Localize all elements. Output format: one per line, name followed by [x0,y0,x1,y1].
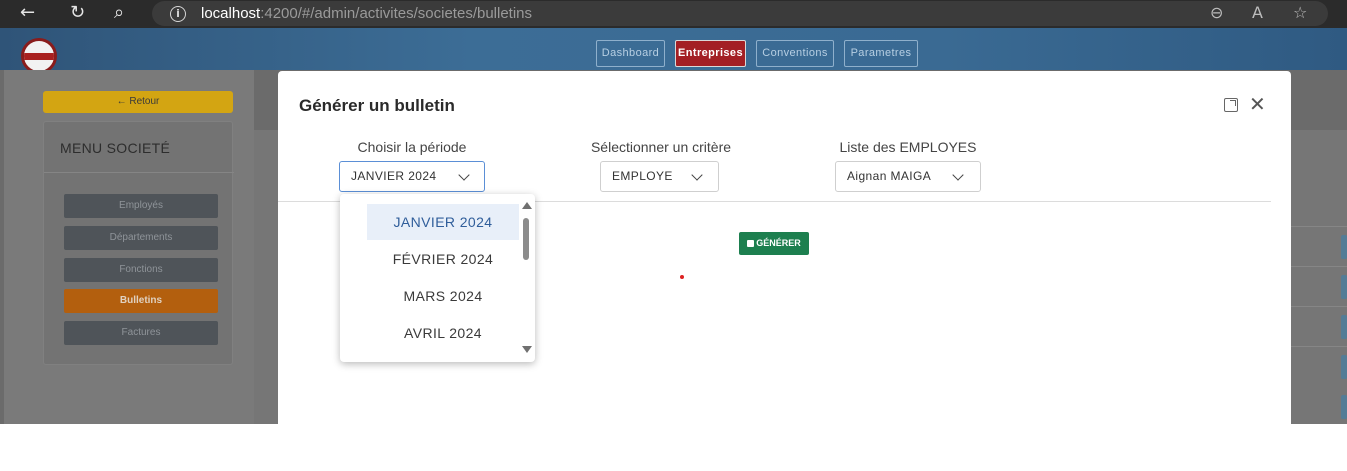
site-info-icon[interactable]: i [170,6,186,22]
tab-conventions[interactable]: Conventions [756,40,834,67]
chevron-down-icon [691,169,703,181]
menu-item-fonctions[interactable]: Fonctions [64,258,218,282]
zoom-out-icon[interactable]: ⊖ [1210,3,1223,23]
red-dot-marker [680,275,684,279]
company-logo[interactable] [21,38,57,74]
company-menu: MENU SOCIETÉ Employés Départements Fonct… [43,121,234,365]
period-option[interactable]: FÉVRIER 2024 [367,241,519,277]
tab-dashboard[interactable]: Dashboard [596,40,665,67]
url-text[interactable]: localhost:4200/#/admin/activites/societe… [201,5,532,23]
favorite-star-icon[interactable]: ☆ [1293,3,1307,23]
period-label: Choisir la période [357,139,467,155]
menu-item-employes[interactable]: Employés [64,194,218,218]
save-icon [747,240,755,247]
generate-bulletin-modal: Générer un bulletin ✕ Choisir la période… [278,71,1291,424]
menu-item-bulletins[interactable]: Bulletins [64,289,218,313]
period-select[interactable]: JANVIER 2024 [339,161,485,192]
row-action-tab[interactable] [1341,315,1347,339]
menu-item-departements[interactable]: Départements [64,226,218,250]
browser-toolbar: ← ↻ ⌕ i localhost:4200/#/admin/activites… [0,0,1347,28]
chevron-down-icon [952,169,964,181]
url-path: :4200/#/admin/activites/societes/bulleti… [260,5,533,22]
period-dropdown-list: JANVIER 2024 FÉVRIER 2024 MARS 2024 AVRI… [340,194,535,362]
modal-title: Générer un bulletin [299,96,455,115]
menu-item-factures[interactable]: Factures [64,321,218,345]
row-action-tab[interactable] [1341,395,1347,419]
criteria-select[interactable]: EMPLOYE [600,161,719,192]
employee-select[interactable]: Aignan MAIGA [835,161,981,192]
scroll-up-arrow-icon[interactable] [522,202,532,209]
back-arrow-icon[interactable]: ← [20,2,35,24]
scroll-thumb[interactable] [523,218,529,260]
period-option[interactable]: JANVIER 2024 [367,204,519,240]
url-host: localhost [201,5,261,22]
period-select-value: JANVIER 2024 [351,169,437,183]
scroll-down-arrow-icon[interactable] [522,346,532,353]
viewport: ← ↻ ⌕ i localhost:4200/#/admin/activites… [0,0,1347,424]
criteria-label: Sélectionner un critère [590,139,732,155]
generate-button-label: GÉNÉRER [756,238,801,248]
period-option[interactable]: MARS 2024 [367,278,519,314]
app-header: Dashboard Entreprises Conventions Parame… [0,28,1347,74]
table-row-divider [1290,226,1347,227]
menu-divider [44,172,234,173]
tab-parametres[interactable]: Parametres [844,40,918,67]
employee-select-value: Aignan MAIGA [847,169,932,183]
chevron-down-icon [458,169,470,181]
employees-label: Liste des EMPLOYES [839,139,977,155]
period-option[interactable]: AVRIL 2024 [367,315,519,351]
row-action-tab[interactable] [1341,275,1347,299]
search-icon[interactable]: ⌕ [114,2,124,24]
generate-button[interactable]: GÉNÉRER [739,232,809,255]
row-action-tab[interactable] [1341,235,1347,259]
expand-icon[interactable] [1224,98,1238,112]
menu-title: MENU SOCIETÉ [60,140,171,156]
address-bar[interactable]: i localhost:4200/#/admin/activites/socie… [152,1,1328,26]
table-row-divider [1290,266,1347,267]
dropdown-scrollbar[interactable] [520,198,532,358]
row-action-tab[interactable] [1341,355,1347,379]
table-row-divider [1290,346,1347,347]
close-icon[interactable]: ✕ [1249,93,1266,115]
tab-entreprises[interactable]: Entreprises [675,40,746,67]
logo-band [24,53,54,60]
table-row-divider [1290,306,1347,307]
criteria-select-value: EMPLOYE [612,169,673,183]
back-button[interactable]: ← Retour [43,91,233,113]
read-aloud-icon[interactable]: A [1252,3,1263,23]
reload-icon[interactable]: ↻ [70,2,85,24]
